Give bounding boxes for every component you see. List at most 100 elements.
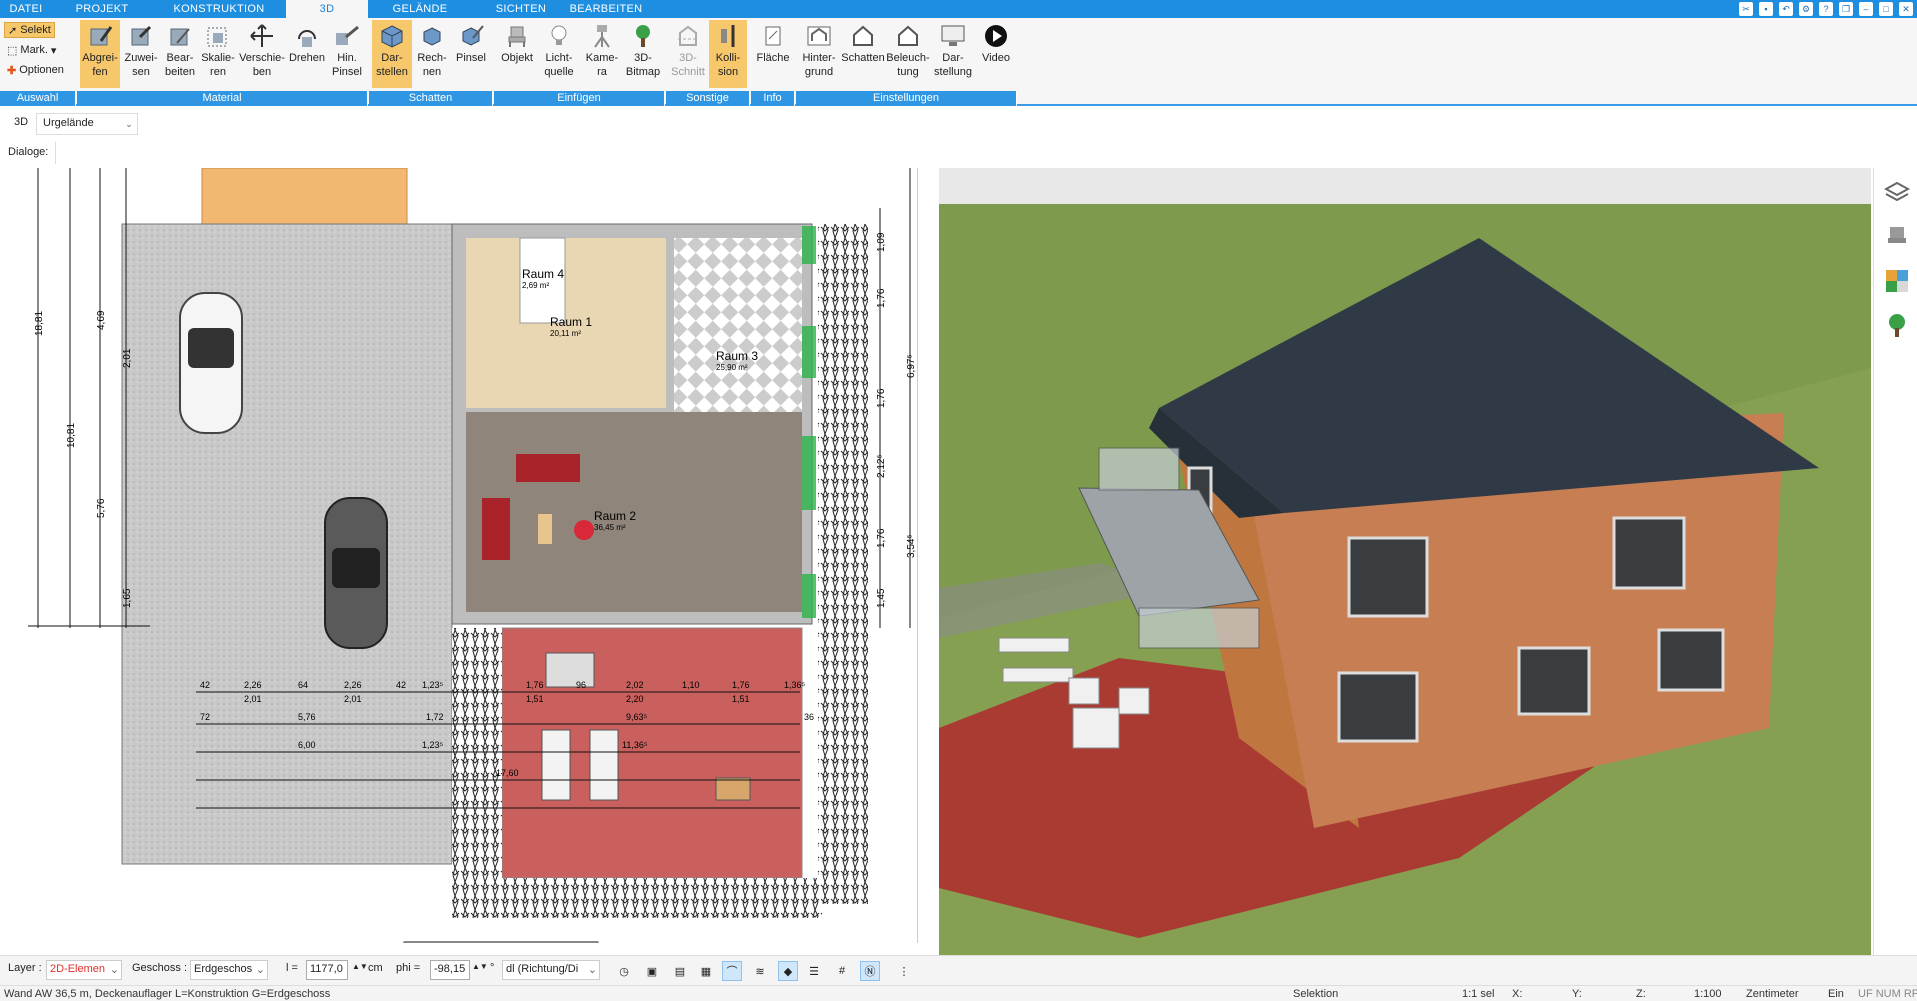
view-toolbar: 3D Urgelände ⌄ — [0, 112, 1917, 138]
dimension-label: 5,76 — [96, 498, 107, 518]
objekt-button[interactable]: Objekt — [497, 20, 537, 88]
undo-icon[interactable]: ↶ — [1779, 2, 1793, 16]
select-button[interactable]: ➚ Selekt — [4, 22, 55, 38]
grid-snap-icon[interactable]: ≋ — [750, 961, 770, 981]
tab-3d[interactable]: 3D — [286, 0, 368, 18]
darstellung-button[interactable]: Dar-stellung — [931, 20, 975, 88]
bitmap-button[interactable]: 3D- Bitmap — [623, 20, 663, 88]
room-name: Raum 2 — [594, 509, 636, 523]
edit-material-icon — [166, 22, 194, 50]
kamera-button[interactable]: Kame-ra — [582, 20, 622, 88]
dimension-label: 72 — [200, 712, 210, 722]
rotate-icon — [293, 22, 321, 50]
geschoss-select[interactable]: Erdgeschos ⌄ — [190, 960, 268, 980]
dimension-label: 1,36⁵ — [784, 680, 806, 690]
tab-bearbeiten[interactable]: BEARBEITEN — [570, 0, 642, 18]
print-icon[interactable]: ▤ — [670, 961, 690, 981]
room-area: 20,11 m² — [550, 329, 581, 338]
help-icon[interactable]: ? — [1819, 2, 1833, 16]
tab-gelaende[interactable]: GELÄNDE — [368, 0, 472, 18]
assign-material-icon — [127, 22, 155, 50]
hedge-right — [818, 224, 868, 904]
ortho-icon[interactable]: ◆ — [778, 961, 798, 981]
chevron-down-icon: ⌄ — [125, 119, 133, 129]
pinsel-button[interactable]: Pinsel — [452, 20, 490, 88]
abgreifen-button[interactable]: Abgrei-fen — [80, 20, 120, 88]
chair-icon[interactable] — [1884, 224, 1910, 250]
group-label-info: Info — [751, 91, 795, 106]
tools-icon[interactable]: ✂ — [1739, 2, 1753, 16]
rechnen-button[interactable]: Rech-nen — [413, 20, 451, 88]
layers-icon[interactable] — [1883, 180, 1911, 206]
north-icon[interactable]: Ⓝ — [860, 961, 880, 981]
floor-plan-view[interactable]: 18,81 10,81 4,69 2,01 5,76 1,65 1,09 1,7… — [0, 168, 918, 943]
tab-konstruktion[interactable]: KONSTRUKTION — [152, 0, 286, 18]
kollision-button[interactable]: Kolli-sion — [709, 20, 747, 88]
skalieren-button[interactable]: Skalie-ren — [199, 20, 237, 88]
direction-select[interactable]: dl (Richtung/Di ⌄ — [502, 960, 600, 980]
export-icon[interactable]: ▦ — [696, 961, 716, 981]
video-button[interactable]: Video — [976, 20, 1016, 88]
drehen-button[interactable]: Drehen — [287, 20, 327, 88]
lichtquelle-button[interactable]: Licht-quelle — [538, 20, 580, 88]
beleuchtung-button[interactable]: Beleuch-tung — [886, 20, 930, 88]
dimension-label: 36 — [804, 712, 814, 722]
close-icon[interactable]: ✕ — [1899, 2, 1913, 16]
hintergrund-button[interactable]: Hinter-grund — [798, 20, 840, 88]
presentation-icon[interactable]: ▣ — [642, 961, 662, 981]
options-button[interactable]: ✚ Optionen — [4, 62, 67, 78]
restore-icon[interactable]: ❐ — [1839, 2, 1853, 16]
room-area: 2,69 m² — [522, 281, 549, 290]
grid-icon[interactable]: # — [832, 961, 852, 981]
hatch-icon[interactable]: ☰ — [804, 961, 824, 981]
schatten-button[interactable]: Schatten — [841, 20, 885, 88]
status-x: X: — [1512, 988, 1523, 1000]
more-icon[interactable]: ⋮ — [894, 961, 914, 981]
tab-datei[interactable]: DATEI — [0, 0, 52, 18]
material-icon[interactable] — [1884, 268, 1910, 294]
length-spinner[interactable]: ▲▼ — [352, 962, 368, 971]
geschoss-label: Geschoss : — [132, 962, 188, 974]
darstellen-button[interactable]: Dar-stellen — [372, 20, 412, 88]
tab-sichten[interactable]: SICHTEN — [472, 0, 570, 18]
zuweisen-button[interactable]: Zuwei-sen — [122, 20, 160, 88]
group-label-sonstige: Sonstige — [666, 91, 750, 106]
dimension-label: 2,12⁵ — [876, 454, 887, 478]
minimize-icon[interactable]: – — [1859, 2, 1873, 16]
clock-icon[interactable]: ◷ — [614, 961, 634, 981]
snap-icon[interactable]: ⌒ — [722, 961, 742, 981]
view-3d[interactable] — [939, 168, 1871, 955]
hin-pinsel-button[interactable]: Hin. Pinsel — [328, 20, 366, 88]
eyedropper-icon — [86, 22, 114, 50]
lamp — [574, 520, 594, 540]
window — [802, 574, 816, 618]
dimension-label: 2,26 — [244, 680, 262, 690]
horizontal-scrollbar[interactable] — [403, 941, 599, 943]
phi-spinner[interactable]: ▲▼ — [472, 962, 488, 971]
maximize-icon[interactable]: □ — [1879, 2, 1893, 16]
dimension-label: 6,97⁵ — [906, 354, 917, 378]
bearbeiten-button[interactable]: Bear-beiten — [161, 20, 199, 88]
dimension-label: 10,81 — [66, 423, 77, 448]
mark-button[interactable]: ⬚ Mark. ▾ — [4, 42, 59, 58]
tab-projekt[interactable]: PROJEKT — [52, 0, 152, 18]
dimension-label: 2,20 — [626, 694, 644, 704]
length-input[interactable]: 1177,0 — [306, 960, 348, 980]
terrain-select[interactable]: Urgelände ⌄ — [36, 113, 138, 135]
schnitt-button[interactable]: 3D- Schnitt — [668, 20, 708, 88]
tree-icon[interactable] — [1884, 312, 1910, 338]
dimension-label: 1,45 — [876, 588, 887, 608]
save-icon[interactable]: ▪ — [1759, 2, 1773, 16]
phi-input[interactable]: -98,15 — [430, 960, 470, 980]
verschieben-button[interactable]: Verschie-ben — [238, 20, 286, 88]
layer-select[interactable]: 2D-Elemen ⌄ — [46, 960, 122, 980]
balcony-railing — [1098, 447, 1180, 491]
hedge-left — [452, 628, 502, 918]
house-shadow-icon — [849, 22, 877, 50]
dimension-label: 1,76 — [526, 680, 544, 690]
settings-icon[interactable]: ⚙ — [1799, 2, 1813, 16]
flaeche-button[interactable]: Fläche — [753, 20, 793, 88]
house-light-icon — [894, 22, 922, 50]
tree-icon — [629, 22, 657, 50]
chevron-down-icon: ⌄ — [255, 964, 265, 976]
